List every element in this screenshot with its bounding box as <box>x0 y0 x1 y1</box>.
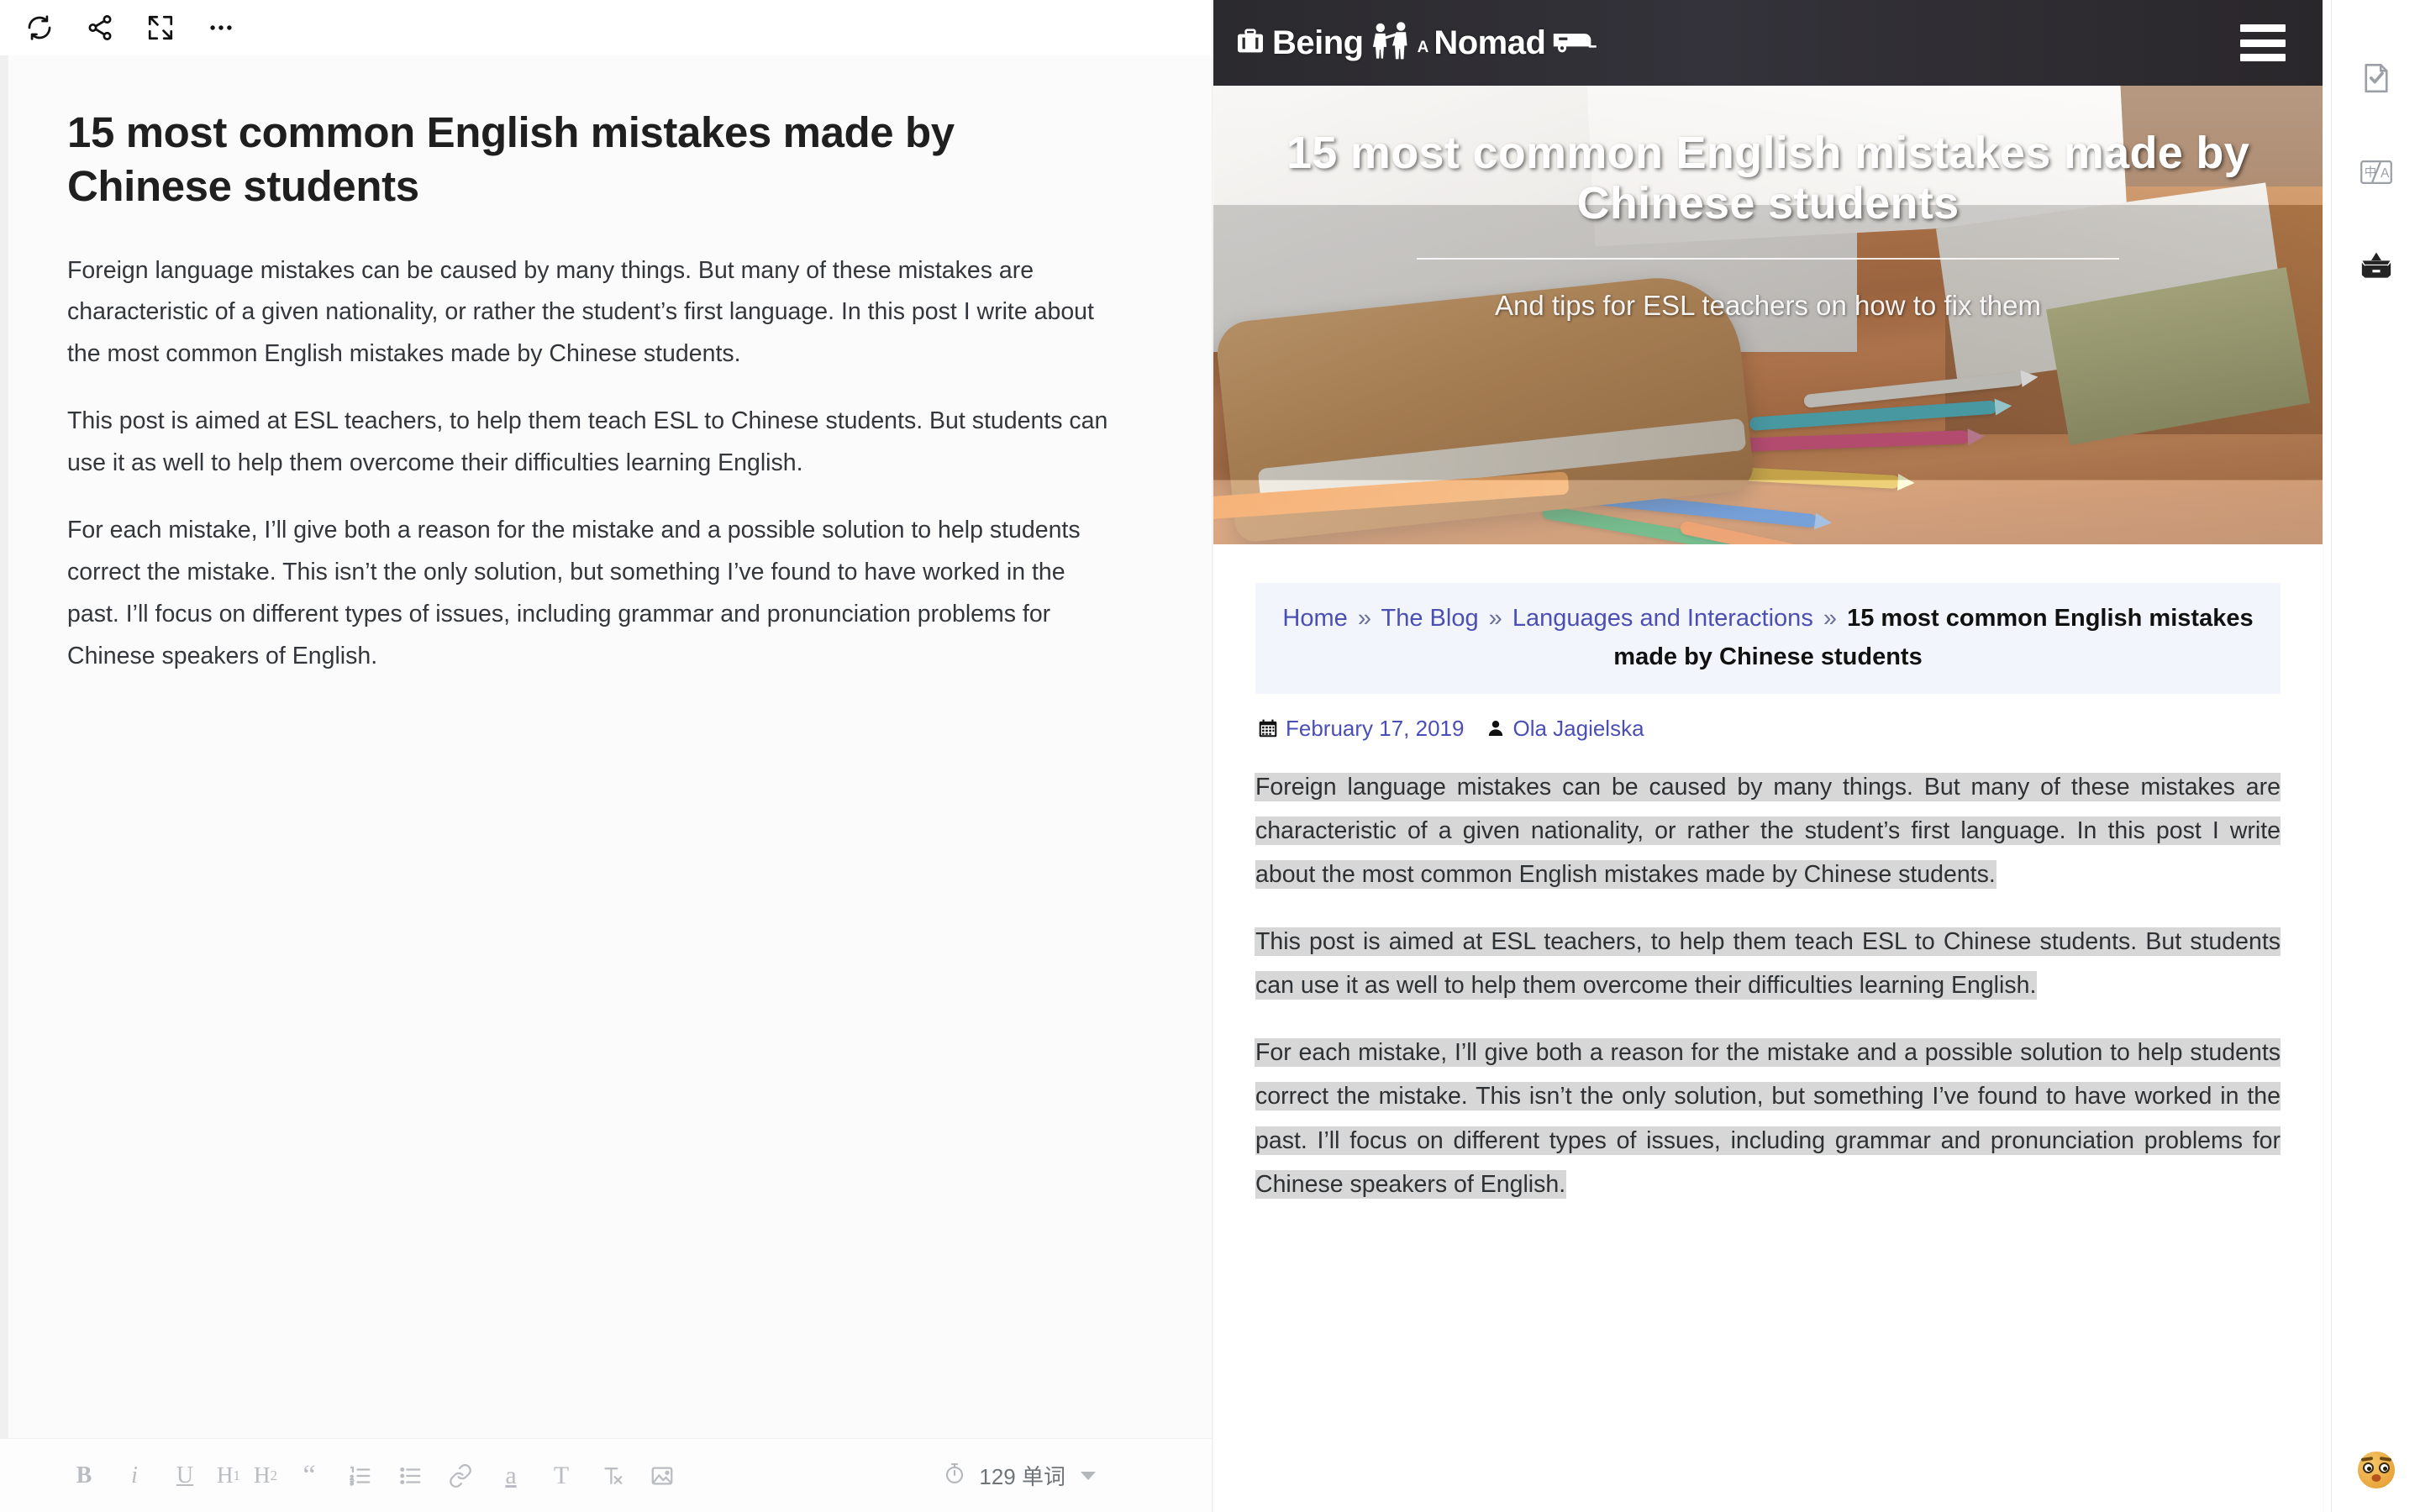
document-paragraph[interactable]: This post is aimed at ESL teachers, to h… <box>67 401 1113 485</box>
preview-pane: Being A Nomad 15 most common English mis… <box>1212 0 2420 1512</box>
highlight-button[interactable]: a <box>486 1451 536 1501</box>
blockquote-button[interactable]: “ <box>284 1451 334 1501</box>
hero-banner: 15 most common English mistakes made by … <box>1213 86 2323 544</box>
chevron-down-icon[interactable] <box>1081 1471 1096 1480</box>
suitcase-icon <box>1234 24 1267 62</box>
hero-text-block: 15 most common English mistakes made by … <box>1213 128 2323 322</box>
brand-a-text: A <box>1417 39 1429 56</box>
ordered-list-icon[interactable] <box>334 1451 385 1501</box>
more-icon[interactable] <box>195 2 247 54</box>
selected-text: Foreign language mistakes can be caused … <box>1255 773 2281 888</box>
share-icon[interactable] <box>74 2 126 54</box>
refresh-icon[interactable] <box>13 2 66 54</box>
brand-right-text: Nomad <box>1434 24 1546 61</box>
hero-divider <box>1417 257 2119 260</box>
breadcrumb-separator: » <box>1357 605 1371 632</box>
emoji-face-graphic <box>2357 1452 2395 1488</box>
word-count-control[interactable]: 129 单词 <box>942 1439 1212 1512</box>
h2-label: H <box>254 1462 271 1488</box>
post-paragraph: Foreign language mistakes can be caused … <box>1255 765 2281 896</box>
image-icon[interactable] <box>637 1451 687 1501</box>
document-title[interactable]: 15 most common English mistakes made by … <box>67 106 1092 213</box>
bold-button[interactable]: B <box>59 1451 109 1501</box>
emoji-face-icon[interactable] <box>2357 1452 2395 1488</box>
breadcrumb-separator: » <box>1823 605 1838 632</box>
breadcrumb: Home » The Blog » Languages and Interact… <box>1255 583 2281 694</box>
post-author[interactable]: Ola Jagielska <box>1512 716 1644 742</box>
hero-subtitle: And tips for ESL teachers on how to fix … <box>1495 289 2041 321</box>
selected-text: This post is aimed at ESL teachers, to h… <box>1255 928 2281 1000</box>
format-buttons: B i U H1 H2 “ a T <box>59 1451 687 1501</box>
post-paragraph: This post is aimed at ESL teachers, to h… <box>1255 920 2281 1007</box>
svg-text:中: 中 <box>2364 165 2376 180</box>
link-icon[interactable] <box>435 1451 486 1501</box>
breadcrumb-separator: » <box>1488 605 1502 632</box>
document-paragraph[interactable]: Foreign language mistakes can be caused … <box>67 250 1113 376</box>
website-preview: Being A Nomad 15 most common English mis… <box>1213 0 2323 1512</box>
post-meta: February 17, 2019 Ola Jagielska <box>1257 716 2281 742</box>
two-people-icon <box>1369 19 1413 67</box>
hamburger-menu-icon[interactable] <box>2240 24 2286 61</box>
translate-icon[interactable]: 中 A <box>2349 144 2404 200</box>
right-icon-rail: 中 A <box>2331 0 2420 1512</box>
site-logo[interactable]: Being A Nomad <box>1234 13 1597 72</box>
post-date[interactable]: February 17, 2019 <box>1286 716 1464 742</box>
breadcrumb-link-languages-and-interactions[interactable]: Languages and Interactions <box>1512 605 1813 632</box>
editor-top-toolbar <box>0 0 1212 55</box>
editor-format-toolbar: B i U H1 H2 “ a T 129 单词 <box>0 1438 1212 1512</box>
post-body: Home » The Blog » Languages and Interact… <box>1213 544 2323 1206</box>
site-header: Being A Nomad <box>1213 0 2323 86</box>
heading-2-button[interactable]: H2 <box>247 1451 284 1501</box>
editor-pane: 15 most common English mistakes made by … <box>0 0 1212 1512</box>
hero-title: 15 most common English mistakes made by … <box>1286 128 2250 229</box>
document-check-icon[interactable] <box>2349 50 2404 106</box>
caravan-icon <box>1550 27 1597 60</box>
editor-content-area[interactable]: 15 most common English mistakes made by … <box>0 55 1212 1438</box>
text-color-button[interactable]: T <box>536 1451 587 1501</box>
calendar-icon <box>1257 717 1279 739</box>
app-root: 15 most common English mistakes made by … <box>0 0 2420 1512</box>
heading-1-button[interactable]: H1 <box>210 1451 247 1501</box>
h1-sub: 1 <box>233 1467 241 1483</box>
italic-button[interactable]: i <box>109 1451 160 1501</box>
breadcrumb-link-home[interactable]: Home <box>1282 605 1347 632</box>
svg-text:A: A <box>2381 166 2390 181</box>
post-paragraph: For each mistake, I’ll give both a reaso… <box>1255 1031 2281 1206</box>
clear-format-icon[interactable] <box>587 1451 637 1501</box>
word-count-label: 129 单词 <box>979 1464 1065 1489</box>
h2-sub: 2 <box>270 1467 278 1483</box>
brand-left-text: Being <box>1272 24 1364 61</box>
h1-label: H <box>217 1462 234 1488</box>
user-icon <box>1486 718 1506 738</box>
timer-icon <box>942 1461 967 1490</box>
underline-button[interactable]: U <box>160 1451 210 1501</box>
archive-box-icon[interactable] <box>2349 239 2404 294</box>
unordered-list-icon[interactable] <box>385 1451 435 1501</box>
document-paragraph[interactable]: For each mistake, I’ll give both a reaso… <box>67 510 1113 678</box>
fullscreen-icon[interactable] <box>134 2 187 54</box>
breadcrumb-link-the-blog[interactable]: The Blog <box>1381 605 1479 632</box>
selected-text: For each mistake, I’ll give both a reaso… <box>1255 1039 2281 1198</box>
